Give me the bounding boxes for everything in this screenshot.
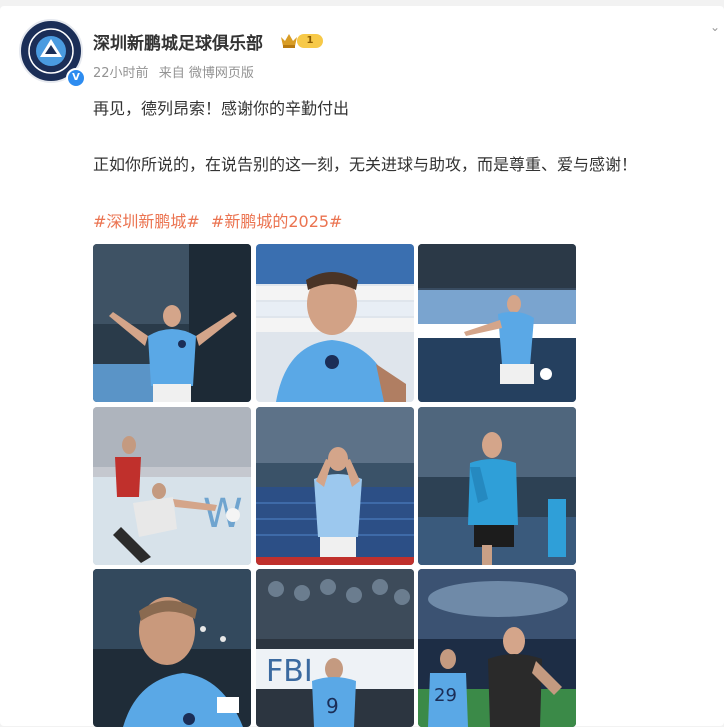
- svg-text:9: 9: [326, 694, 339, 718]
- hashtag-link[interactable]: #新鹏城的2025#: [211, 212, 343, 231]
- photo-thumbnail[interactable]: [93, 244, 251, 402]
- crown-icon: [281, 34, 297, 48]
- level-badge: 1: [297, 34, 323, 48]
- svg-text:FBI: FBI: [266, 654, 313, 689]
- svg-text:29: 29: [434, 685, 457, 706]
- photo-thumbnail[interactable]: W: [93, 407, 251, 565]
- post-source: 来自 微博网页版: [158, 66, 254, 81]
- post-text-line1: 再见，德列昂索！感谢你的辛勤付出: [93, 99, 350, 118]
- photo-thumbnail[interactable]: 29: [418, 569, 576, 727]
- hashtag-link[interactable]: #深圳新鹏城#: [93, 212, 200, 231]
- chevron-down-icon[interactable]: ⌄: [710, 21, 720, 33]
- post-meta: 22小时前 来自 微博网页版: [93, 62, 260, 81]
- post-time[interactable]: 22小时前: [93, 66, 149, 81]
- photo-thumbnail[interactable]: [418, 407, 576, 565]
- photo-thumbnail[interactable]: [418, 244, 576, 402]
- photo-thumbnail[interactable]: [256, 407, 414, 565]
- photo-thumbnail[interactable]: [256, 244, 414, 402]
- author-name[interactable]: 深圳新鹏城足球俱乐部: [93, 29, 263, 54]
- photo-thumbnail[interactable]: [93, 569, 251, 727]
- hashtags: #深圳新鹏城# #新鹏城的2025#: [93, 208, 348, 232]
- verified-icon: V: [66, 68, 86, 88]
- photo-thumbnail[interactable]: FBI 9: [256, 569, 414, 727]
- post-text-line2: 正如你所说的，在说告别的这一刻，无关进球与助攻，而是尊重、爱与感谢！: [93, 155, 638, 174]
